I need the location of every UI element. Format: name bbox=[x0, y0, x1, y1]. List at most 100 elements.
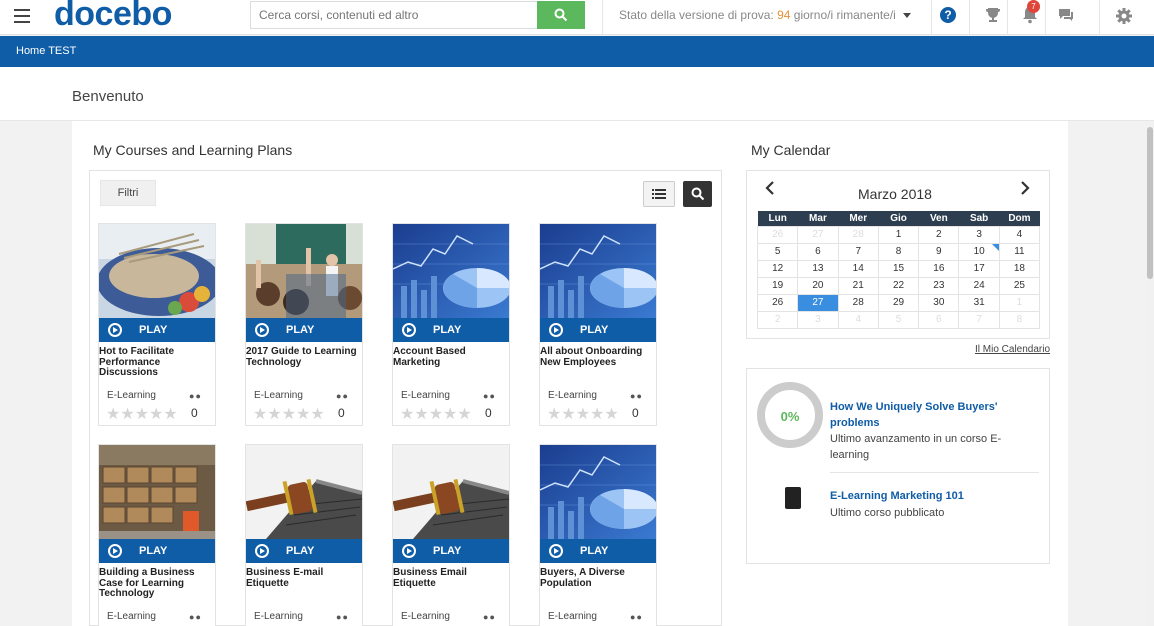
my-calendar-link[interactable]: Il Mio Calendario bbox=[975, 344, 1050, 355]
calendar-day[interactable]: 26 bbox=[756, 225, 799, 244]
course-title[interactable]: Business Email Etiquette bbox=[393, 567, 509, 589]
user-icon: ● bbox=[489, 391, 496, 401]
last-course-link[interactable]: How We Uniquely Solve Buyers' problems bbox=[830, 399, 1020, 431]
rating-stars[interactable]: ★★★★★ bbox=[547, 404, 619, 424]
play-button[interactable]: PLAY bbox=[393, 539, 509, 563]
calendar-day[interactable]: 2 bbox=[756, 310, 799, 329]
calendar-day[interactable]: 12 bbox=[756, 259, 799, 278]
rating-stars[interactable]: ★★★★★ bbox=[106, 404, 178, 424]
play-button[interactable]: PLAY bbox=[540, 318, 656, 342]
search-input[interactable] bbox=[250, 1, 537, 29]
help-icon[interactable]: ? bbox=[940, 7, 956, 23]
course-visibility-icons: ●● bbox=[189, 612, 202, 622]
calendar-day[interactable]: 16 bbox=[918, 259, 960, 278]
calendar-day[interactable]: 8 bbox=[877, 242, 920, 261]
calendar-day[interactable]: 5 bbox=[877, 310, 920, 329]
filter-button[interactable]: Filtri bbox=[100, 180, 156, 206]
play-button[interactable]: PLAY bbox=[99, 539, 215, 563]
calendar-day[interactable]: 10 bbox=[958, 242, 1000, 261]
calendar-day[interactable]: 8 bbox=[998, 310, 1041, 329]
course-card[interactable]: PLAY Building a Business Case for Learnin… bbox=[98, 444, 216, 626]
calendar-day[interactable]: 25 bbox=[998, 276, 1041, 295]
course-title[interactable]: Account Based Marketing bbox=[393, 346, 509, 368]
calendar-day[interactable]: 22 bbox=[877, 276, 920, 295]
search-button[interactable] bbox=[537, 1, 585, 29]
logo[interactable]: docebo® bbox=[54, 0, 178, 34]
course-thumbnail[interactable] bbox=[246, 445, 362, 539]
calendar-day[interactable]: 30 bbox=[918, 293, 960, 312]
course-thumbnail[interactable] bbox=[246, 224, 362, 318]
trophy-button[interactable] bbox=[969, 0, 1005, 35]
calendar-day[interactable]: 18 bbox=[998, 259, 1041, 278]
breadcrumb-home[interactable]: Home TEST bbox=[16, 45, 76, 57]
chevron-left-icon[interactable] bbox=[765, 181, 775, 195]
calendar-day[interactable]: 27 bbox=[797, 225, 839, 244]
calendar-day[interactable]: 9 bbox=[918, 242, 960, 261]
play-button[interactable]: PLAY bbox=[99, 318, 215, 342]
calendar-day[interactable]: 19 bbox=[756, 276, 799, 295]
course-thumbnail[interactable] bbox=[540, 445, 656, 539]
calendar-day[interactable]: 3 bbox=[958, 225, 1000, 244]
scrollbar-thumb[interactable] bbox=[1147, 127, 1153, 279]
calendar-day[interactable]: 1 bbox=[998, 293, 1041, 312]
course-thumbnail[interactable] bbox=[99, 224, 215, 318]
play-button[interactable]: PLAY bbox=[246, 318, 362, 342]
calendar-day[interactable]: 7 bbox=[958, 310, 1000, 329]
calendar-day[interactable]: 13 bbox=[797, 259, 839, 278]
calendar-day[interactable]: 5 bbox=[756, 242, 799, 261]
course-title[interactable]: 2017 Guide to Learning Technology bbox=[246, 346, 362, 368]
rating-stars[interactable]: ★★★★★ bbox=[253, 404, 325, 424]
calendar-day[interactable]: 26 bbox=[756, 293, 799, 312]
calendar-day[interactable]: 20 bbox=[797, 276, 839, 295]
course-search-button[interactable] bbox=[683, 181, 712, 207]
course-title[interactable]: Building a Business Case for Learning Te… bbox=[99, 567, 215, 600]
calendar-day[interactable]: 31 bbox=[958, 293, 1000, 312]
calendar-day[interactable]: 23 bbox=[918, 276, 960, 295]
course-card[interactable]: PLAY Business E-mail Etiquette E-Learning ●… bbox=[245, 444, 363, 626]
play-button[interactable]: PLAY bbox=[540, 539, 656, 563]
calendar-day[interactable]: 15 bbox=[877, 259, 920, 278]
calendar-day[interactable]: 6 bbox=[797, 242, 839, 261]
play-button[interactable]: PLAY bbox=[246, 539, 362, 563]
calendar-day[interactable]: 7 bbox=[837, 242, 879, 261]
course-card[interactable]: PLAY Hot to Facilitate Performance Discus… bbox=[98, 223, 216, 426]
calendar-day[interactable]: 4 bbox=[998, 225, 1041, 244]
course-title[interactable]: All about Onboarding New Employees bbox=[540, 346, 656, 368]
settings-button[interactable] bbox=[1099, 0, 1154, 35]
play-button[interactable]: PLAY bbox=[393, 318, 509, 342]
course-card[interactable]: PLAY Buyers, A Diverse Population E-Learni… bbox=[539, 444, 657, 626]
course-title[interactable]: Buyers, A Diverse Population bbox=[540, 567, 656, 589]
course-thumbnail[interactable] bbox=[393, 224, 509, 318]
list-view-button[interactable] bbox=[643, 181, 675, 207]
course-thumbnail[interactable] bbox=[540, 224, 656, 318]
published-course-link[interactable]: E-Learning Marketing 101 bbox=[830, 488, 964, 504]
event-marker bbox=[991, 243, 999, 251]
course-card[interactable]: PLAY All about Onboarding New Employees E-… bbox=[539, 223, 657, 426]
calendar-day[interactable]: 11 bbox=[998, 242, 1041, 261]
calendar-day[interactable]: 21 bbox=[837, 276, 879, 295]
messages-button[interactable] bbox=[1045, 0, 1081, 35]
calendar-day[interactable]: 6 bbox=[918, 310, 960, 329]
calendar-day[interactable]: 14 bbox=[837, 259, 879, 278]
course-title[interactable]: Business E-mail Etiquette bbox=[246, 567, 362, 589]
calendar-day[interactable]: 28 bbox=[837, 225, 879, 244]
course-card[interactable]: PLAY Account Based Marketing E-Learning ●● ★… bbox=[392, 223, 510, 426]
menu-icon[interactable] bbox=[14, 9, 30, 23]
course-title[interactable]: Hot to Facilitate Performance Discussion… bbox=[99, 346, 215, 379]
calendar-day[interactable]: 29 bbox=[877, 293, 920, 312]
course-card[interactable]: PLAY Business Email Etiquette E-Learning ●● bbox=[392, 444, 510, 626]
calendar-day[interactable]: 24 bbox=[958, 276, 1000, 295]
calendar-day[interactable]: 27 bbox=[797, 293, 839, 312]
calendar-day[interactable]: 2 bbox=[918, 225, 960, 244]
chevron-right-icon[interactable] bbox=[1020, 181, 1030, 195]
calendar-day[interactable]: 1 bbox=[877, 225, 920, 244]
course-card[interactable]: PLAY 2017 Guide to Learning Technology E-L… bbox=[245, 223, 363, 426]
course-thumbnail[interactable] bbox=[393, 445, 509, 539]
trial-status[interactable]: Stato della versione di prova: 94 giorno… bbox=[602, 0, 924, 35]
rating-stars[interactable]: ★★★★★ bbox=[400, 404, 472, 424]
calendar-day[interactable]: 28 bbox=[837, 293, 879, 312]
calendar-day[interactable]: 17 bbox=[958, 259, 1000, 278]
course-thumbnail[interactable] bbox=[99, 445, 215, 539]
calendar-day[interactable]: 3 bbox=[797, 310, 839, 329]
calendar-day[interactable]: 4 bbox=[837, 310, 879, 329]
